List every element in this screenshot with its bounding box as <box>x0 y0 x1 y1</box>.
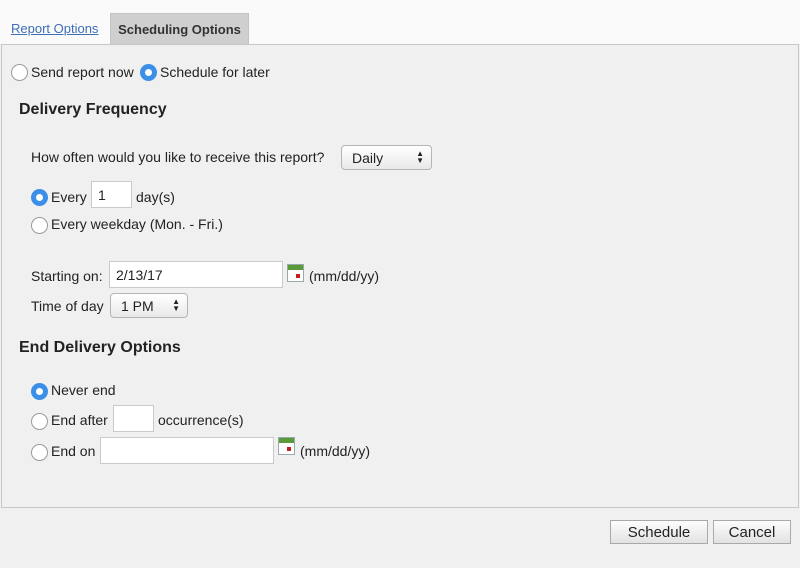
end-date-format: (mm/dd/yy) <box>300 443 370 459</box>
every-weekday-label: Every weekday (Mon. - Fri.) <box>51 216 223 232</box>
calendar-icon[interactable] <box>287 264 304 282</box>
starting-date-format: (mm/dd/yy) <box>309 268 379 284</box>
send-now-radio[interactable] <box>11 64 28 81</box>
delivery-frequency-heading: Delivery Frequency <box>19 101 167 118</box>
send-now-label: Send report now <box>31 64 134 80</box>
every-days-radio[interactable] <box>31 189 48 206</box>
tab-report-options[interactable]: Report Options <box>11 21 98 36</box>
end-on-input[interactable] <box>100 437 274 464</box>
every-label: Every <box>51 189 87 205</box>
tab-scheduling-options[interactable]: Scheduling Options <box>110 13 249 44</box>
calendar-icon[interactable] <box>278 437 295 455</box>
never-end-label: Never end <box>51 382 116 398</box>
end-on-label: End on <box>51 443 96 459</box>
end-after-input[interactable] <box>113 405 154 432</box>
time-of-day-label: Time of day <box>31 298 104 314</box>
cancel-button[interactable]: Cancel <box>713 520 791 544</box>
schedule-later-radio[interactable] <box>140 64 157 81</box>
end-after-radio[interactable] <box>31 413 48 430</box>
end-delivery-heading: End Delivery Options <box>19 339 181 356</box>
schedule-later-label: Schedule for later <box>160 64 270 80</box>
tab-bar: Report Options Scheduling Options <box>0 0 800 44</box>
occurrence-unit-label: occurrence(s) <box>158 412 244 428</box>
time-of-day-select[interactable]: 1 PM ▲ ▼ <box>110 293 188 318</box>
select-arrows-icon: ▲ ▼ <box>172 297 180 313</box>
frequency-select-value: Daily <box>352 149 384 166</box>
frequency-select[interactable]: Daily ▲ ▼ <box>341 145 432 170</box>
every-days-input[interactable] <box>91 181 132 208</box>
frequency-question: How often would you like to receive this… <box>31 149 325 165</box>
starting-on-label: Starting on: <box>31 268 103 284</box>
end-after-label: End after <box>51 412 108 428</box>
starting-on-input[interactable] <box>109 261 283 288</box>
time-select-value: 1 PM <box>121 297 154 314</box>
never-end-radio[interactable] <box>31 383 48 400</box>
end-on-radio[interactable] <box>31 444 48 461</box>
every-weekday-radio[interactable] <box>31 217 48 234</box>
schedule-button[interactable]: Schedule <box>610 520 708 544</box>
days-unit-label: day(s) <box>136 189 175 205</box>
select-arrows-icon: ▲ ▼ <box>416 149 424 165</box>
